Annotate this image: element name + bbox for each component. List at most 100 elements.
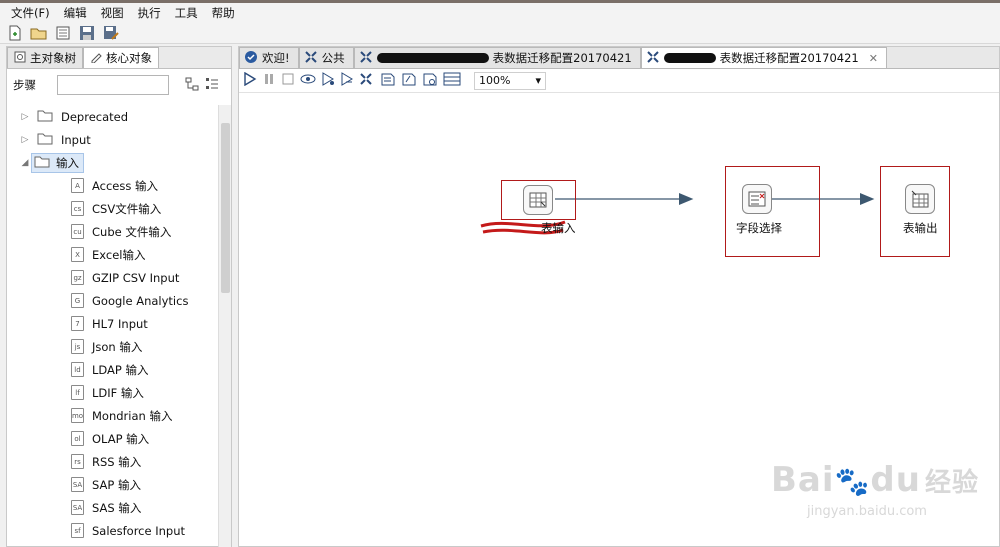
folder-label: 输入 xyxy=(56,155,79,170)
collapse-arrow-icon[interactable]: ◢ xyxy=(19,158,31,168)
step-tree: ▷ Deprecated ▷ Input ◢ 输入 A Access 输入 cs CS… xyxy=(7,105,219,547)
zoom-value: 100% xyxy=(479,74,511,87)
menu-help[interactable]: 帮助 xyxy=(205,4,242,22)
tree-step-label: Mondrian 输入 xyxy=(92,408,173,423)
tree-step-label: GZIP CSV Input xyxy=(92,270,180,285)
tree-step-item[interactable]: 7 HL7 Input xyxy=(7,312,219,335)
tab-core-objects[interactable]: 核心对象 xyxy=(83,47,159,68)
sql-icon[interactable] xyxy=(401,72,417,89)
tree-step-item[interactable]: cs CSV文件输入 xyxy=(7,197,219,220)
step-type-icon: lf xyxy=(71,385,84,400)
transform-icon xyxy=(359,50,373,67)
tab-transform-2[interactable]: 表数据迁移配置20170421 ✕ xyxy=(640,47,887,68)
search-input[interactable] xyxy=(57,75,169,95)
replay-icon[interactable] xyxy=(340,72,354,89)
menu-run[interactable]: 执行 xyxy=(131,4,168,22)
menu-tools[interactable]: 工具 xyxy=(168,4,205,22)
tree-folder-selected[interactable]: ◢ 输入 xyxy=(7,151,219,174)
select-values-icon[interactable] xyxy=(742,184,772,214)
transform-canvas[interactable]: 表输入 字段选择 表输出 Bai🐾du 经验 jingyan.baidu.com xyxy=(239,94,999,546)
tree-step-item[interactable]: js Json 输入 xyxy=(7,335,219,358)
tab-public-label: 公共 xyxy=(321,51,345,65)
tree-step-label: Cube 文件输入 xyxy=(92,224,172,239)
search-label: 步骤 xyxy=(13,78,36,92)
stop-icon[interactable] xyxy=(281,72,295,89)
tree-step-item[interactable]: SA SAP 输入 xyxy=(7,473,219,496)
tree-step-item[interactable]: X Excel输入 xyxy=(7,243,219,266)
step-type-icon: SA xyxy=(71,500,84,515)
tab-core-objects-label: 核心对象 xyxy=(106,51,152,65)
tree-step-label: Google Analytics xyxy=(92,293,189,308)
tree-step-item[interactable]: SA SAS 输入 xyxy=(7,496,219,519)
tab-welcome[interactable]: 欢迎! xyxy=(239,47,299,68)
expand-all-icon[interactable] xyxy=(185,77,199,94)
tab-transform-2-label: 表数据迁移配置20170421 xyxy=(719,51,859,65)
results-icon[interactable] xyxy=(443,72,461,89)
verify-icon[interactable] xyxy=(359,72,375,89)
tree-step-item[interactable]: ol OLAP 输入 xyxy=(7,427,219,450)
tree-step-item[interactable]: cu Cube 文件输入 xyxy=(7,220,219,243)
tab-public[interactable]: 公共 xyxy=(298,47,354,68)
impact-icon[interactable] xyxy=(380,72,396,89)
step-type-icon: cs xyxy=(71,201,84,216)
welcome-icon xyxy=(244,50,258,67)
step-type-icon: 7 xyxy=(71,316,84,331)
table-input-icon[interactable] xyxy=(523,185,553,215)
tab-transform-1-label: 表数据迁移配置20170421 xyxy=(492,51,632,65)
tab-transform-1[interactable]: 表数据迁移配置20170421 xyxy=(353,47,641,68)
tree-step-item[interactable]: mo Mondrian 输入 xyxy=(7,404,219,427)
preview-icon[interactable] xyxy=(300,72,316,89)
tree-scrollbar[interactable] xyxy=(218,105,231,547)
transform-icon xyxy=(646,50,660,67)
folder-icon xyxy=(34,155,50,171)
explore-icon[interactable] xyxy=(54,24,72,42)
tree-folder[interactable]: ▷ Input xyxy=(7,128,219,151)
tab-main-tree-label: 主对象树 xyxy=(30,51,76,65)
tab-main-tree[interactable]: 主对象树 xyxy=(7,47,83,68)
tree-step-label: LDIF 输入 xyxy=(92,385,144,400)
tree-step-item[interactable]: lf LDIF 输入 xyxy=(7,381,219,404)
tree-step-item[interactable]: rs RSS 输入 xyxy=(7,450,219,473)
tree-step-item[interactable]: G Google Analytics xyxy=(7,289,219,312)
step-type-icon: X xyxy=(71,247,84,262)
table-output-icon[interactable] xyxy=(905,184,935,214)
menu-edit[interactable]: 编辑 xyxy=(57,4,94,22)
step-type-icon: rs xyxy=(71,454,84,469)
zoom-select[interactable]: 100% ▾ xyxy=(474,71,546,90)
watermark-cn: 经验 xyxy=(924,468,979,498)
chevron-down-icon: ▾ xyxy=(535,74,541,87)
menu-bar: 文件(F) 编辑 视图 执行 工具 帮助 xyxy=(0,0,1000,22)
run-icon[interactable] xyxy=(243,71,257,89)
tree-step-item[interactable]: gz GZIP CSV Input xyxy=(7,266,219,289)
selected-folder[interactable]: 输入 xyxy=(31,152,84,173)
step-type-icon: gz xyxy=(71,270,84,285)
tree-folder[interactable]: ▷ Deprecated xyxy=(7,105,219,128)
step-type-icon: ld xyxy=(71,362,84,377)
tree-step-label: RSS 输入 xyxy=(92,454,142,469)
collapse-all-icon[interactable] xyxy=(205,77,219,94)
step-type-icon: mo xyxy=(71,408,84,423)
pause-icon[interactable] xyxy=(262,72,276,89)
tab-welcome-label: 欢迎! xyxy=(262,51,290,65)
editor-tabs: 欢迎! 公共 表数据迁移配置20170421 表数据迁移配置20170421 ✕ xyxy=(239,47,999,69)
scroll-thumb[interactable] xyxy=(221,123,230,293)
close-icon[interactable]: ✕ xyxy=(869,52,878,65)
explore-db-icon[interactable] xyxy=(422,72,438,89)
step-type-icon: A xyxy=(71,178,84,193)
tree-step-label: SAS 输入 xyxy=(92,500,142,515)
tree-icon xyxy=(14,51,26,66)
expand-arrow-icon[interactable]: ▷ xyxy=(19,135,31,145)
expand-arrow-icon[interactable]: ▷ xyxy=(19,112,31,122)
step-type-icon: cu xyxy=(71,224,84,239)
save-as-icon[interactable] xyxy=(102,24,120,42)
tree-step-item[interactable]: A Access 输入 xyxy=(7,174,219,197)
new-file-icon[interactable] xyxy=(6,24,24,42)
transform-toolbar: 100% ▾ xyxy=(239,69,999,93)
save-icon[interactable] xyxy=(78,24,96,42)
tree-step-item[interactable]: ld LDAP 输入 xyxy=(7,358,219,381)
tree-step-item[interactable]: sf Salesforce Input xyxy=(7,519,219,542)
open-icon[interactable] xyxy=(30,24,48,42)
menu-file[interactable]: 文件(F) xyxy=(4,4,57,22)
menu-view[interactable]: 视图 xyxy=(94,4,131,22)
debug-icon[interactable] xyxy=(321,72,335,89)
